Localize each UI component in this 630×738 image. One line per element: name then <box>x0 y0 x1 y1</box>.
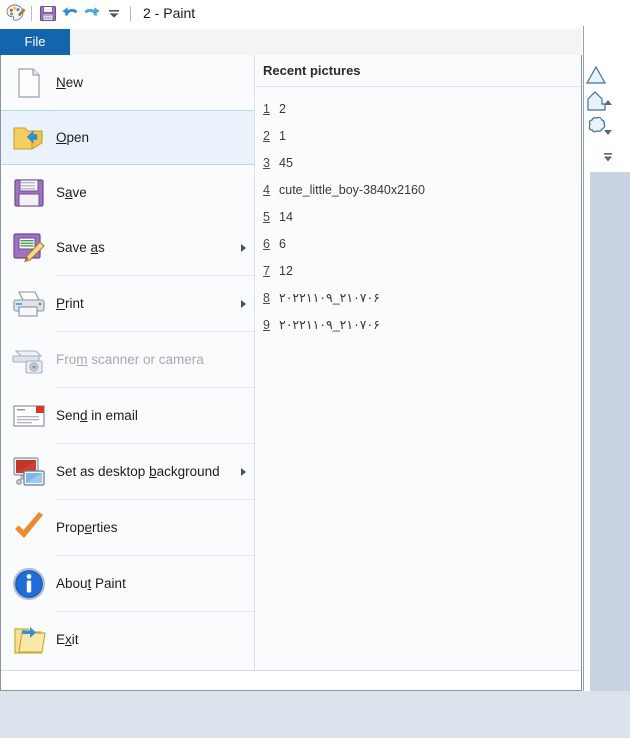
file-menu-item-from-scanner-or-camera: From scanner or camera <box>1 332 254 387</box>
save-as-floppy-pencil-icon <box>1 220 56 275</box>
file-menu-item-label: Save <box>56 185 87 200</box>
recent-picture-item[interactable]: 21 <box>256 122 581 149</box>
recent-picture-name: ۲۰۲۲۱۱۰۹_۲۱۰۷۰۶ <box>279 291 380 305</box>
recent-pictures-divider <box>256 86 581 87</box>
save-floppy-icon <box>1 165 56 220</box>
recent-picture-index: 6 <box>263 236 270 251</box>
open-folder-icon <box>1 110 56 165</box>
recent-picture-item[interactable]: 66 <box>256 230 581 257</box>
customize-quick-access-toolbar-icon[interactable] <box>103 2 125 24</box>
recent-picture-item[interactable]: 12 <box>256 95 581 122</box>
recent-picture-index: 5 <box>263 209 270 224</box>
file-menu-item-send-in-email[interactable]: Send in email <box>1 388 254 443</box>
file-menu-panel: New Open Save Save as Print From scanner or c… <box>0 55 582 691</box>
tab-file[interactable]: File <box>0 29 70 55</box>
triangle-shape-icon[interactable] <box>585 64 607 86</box>
recent-picture-item[interactable]: 5 14 <box>256 203 581 230</box>
paint-palette-icon[interactable] <box>4 2 26 24</box>
file-menu-item-label: About Paint <box>56 576 126 591</box>
save-icon[interactable] <box>37 2 59 24</box>
file-menu-item-label: Exit <box>56 632 79 647</box>
new-document-icon <box>1 55 56 110</box>
file-menu-item-about-paint[interactable]: About Paint <box>1 556 254 611</box>
recent-picture-item[interactable]: 9 ۲۰۲۲۱۱۰۹_۲۱۰۷۰۶ <box>256 311 581 338</box>
file-menu-item-exit[interactable]: Exit <box>1 612 254 667</box>
recent-picture-item[interactable]: 4 cute_little_boy-3840x2160 <box>256 176 581 203</box>
toolbar-divider-2 <box>130 5 131 21</box>
exit-folder-arrow-icon <box>1 612 56 667</box>
printer-icon <box>1 276 56 331</box>
recent-picture-name: 14 <box>279 209 293 224</box>
toolbar-divider <box>31 5 32 21</box>
recent-picture-item[interactable]: 7 12 <box>256 257 581 284</box>
recent-picture-index: 3 <box>263 155 270 170</box>
window-title: 2 - Paint <box>143 5 196 21</box>
file-menu-item-print[interactable]: Print <box>1 276 254 331</box>
canvas-area[interactable] <box>590 172 630 691</box>
file-menu-list: New Open Save Save as Print From scanner or c… <box>1 55 255 670</box>
undo-icon[interactable] <box>59 2 81 24</box>
recent-picture-item[interactable]: 8 ۲۰۲۲۱۱۰۹_۲۱۰۷۰۶ <box>256 284 581 311</box>
scanner-camera-icon <box>1 332 56 387</box>
file-menu-item-new[interactable]: New <box>1 55 254 110</box>
submenu-arrow-icon <box>232 299 254 308</box>
recent-picture-index: 1 <box>263 101 270 116</box>
file-menu-item-label: Print <box>56 296 84 311</box>
file-menu-footer <box>1 670 581 689</box>
email-envelope-icon <box>1 388 56 443</box>
recent-pictures-title: Recent pictures <box>263 63 361 78</box>
file-menu-item-label: From scanner or camera <box>56 352 204 367</box>
recent-picture-name: ۲۰۲۲۱۱۰۹_۲۱۰۷۰۶ <box>279 318 380 332</box>
scroll-up-icon[interactable] <box>599 94 617 105</box>
submenu-arrow-icon <box>232 467 254 476</box>
info-circle-icon <box>1 556 56 611</box>
recent-picture-index: 7 <box>263 263 270 278</box>
file-menu-item-save[interactable]: Save <box>1 165 254 220</box>
file-menu-item-label: New <box>56 75 84 90</box>
submenu-arrow-icon <box>232 243 254 252</box>
recent-picture-index: 2 <box>263 128 270 143</box>
file-menu-item-open[interactable]: Open <box>1 110 254 165</box>
orange-checkmark-icon <box>1 500 56 555</box>
recent-picture-index: 4 <box>263 182 270 197</box>
recent-picture-name: 45 <box>279 155 293 170</box>
recent-pictures-panel: Recent pictures 1 2 2 1 3 45 4 cute_little_boy-… <box>256 55 581 670</box>
recent-picture-index: 8 <box>263 290 270 305</box>
file-menu-item-label: Properties <box>56 520 118 535</box>
file-menu-item-properties[interactable]: Properties <box>1 500 254 555</box>
recent-picture-name: 6 <box>279 236 286 251</box>
quick-access-toolbar <box>4 0 136 26</box>
more-shapes-icon[interactable] <box>599 150 617 162</box>
file-menu-item-label: Set as desktop background <box>56 464 220 479</box>
file-menu-item-label: Save as <box>56 240 105 255</box>
recent-picture-name: 2 <box>279 101 286 116</box>
file-menu-item-label: Send in email <box>56 408 138 423</box>
file-menu-item-save-as[interactable]: Save as <box>1 220 254 275</box>
file-menu-item-set-as-desktop-background[interactable]: Set as desktop background <box>1 444 254 499</box>
scroll-down-icon[interactable] <box>599 124 617 135</box>
title-bar: 2 - Paint <box>0 0 630 26</box>
redo-icon[interactable] <box>81 2 103 24</box>
recent-pictures-list: 1 2 2 1 3 45 4 cute_little_boy-3840x2160 5 14 6 6 7 1… <box>256 95 581 338</box>
recent-picture-index: 9 <box>263 317 270 332</box>
ribbon-tab-strip <box>70 29 582 56</box>
file-menu-item-label: Open <box>56 130 90 145</box>
recent-picture-name: 1 <box>279 128 286 143</box>
tab-file-label: File <box>24 34 46 49</box>
desktop-monitors-icon <box>1 444 56 499</box>
recent-picture-name: 12 <box>279 263 293 278</box>
recent-picture-item[interactable]: 3 45 <box>256 149 581 176</box>
recent-picture-name: cute_little_boy-3840x2160 <box>279 182 425 197</box>
